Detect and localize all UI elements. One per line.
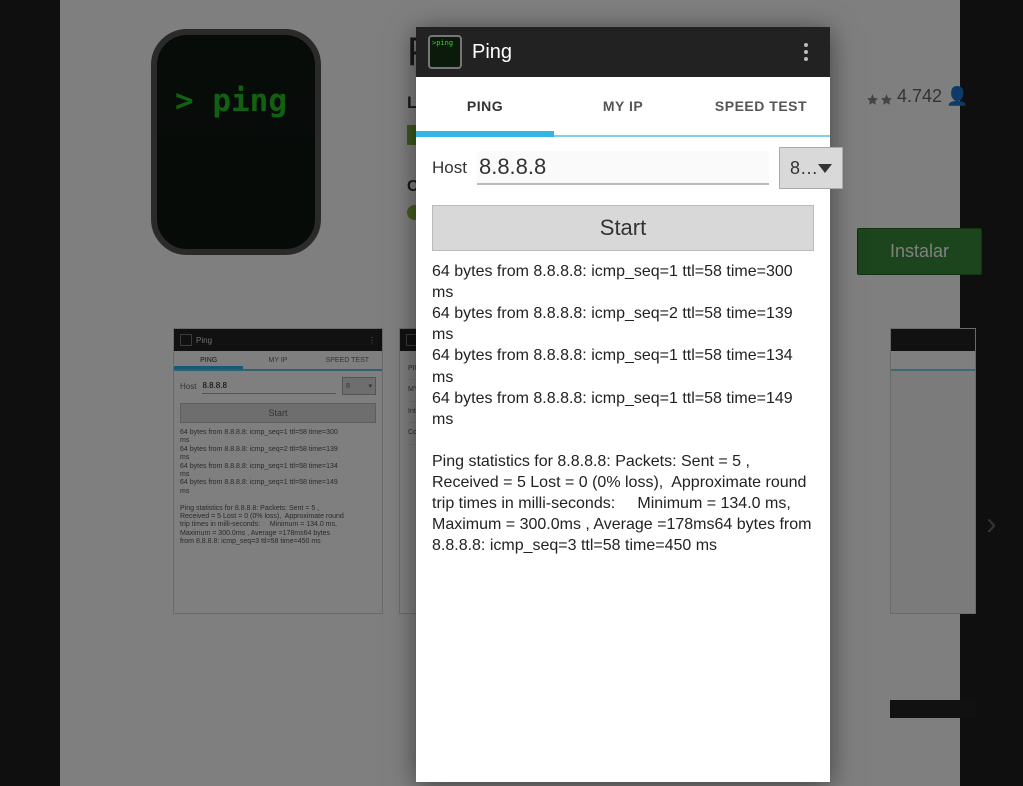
start-button[interactable]: Start [432, 205, 814, 251]
tab-ping[interactable]: PING [416, 77, 554, 135]
host-label: Host [432, 158, 467, 178]
host-row: Host 8… [416, 137, 830, 195]
titlebar: >ping Ping [416, 27, 830, 77]
dropdown-value: 8… [790, 158, 818, 179]
app-name: Ping [472, 41, 512, 64]
screenshot-modal: >ping Ping PING MY IP SPEED TEST Host 8…… [416, 27, 830, 782]
host-input[interactable] [477, 151, 769, 185]
app-icon-text: >ping [432, 39, 453, 47]
app-icon: >ping [428, 35, 462, 69]
count-dropdown[interactable]: 8… [779, 147, 843, 189]
tab-bar: PING MY IP SPEED TEST [416, 77, 830, 137]
overflow-menu-icon[interactable] [794, 37, 818, 67]
tab-myip[interactable]: MY IP [554, 77, 692, 135]
ping-output: 64 bytes from 8.8.8.8: icmp_seq=1 ttl=58… [416, 257, 830, 561]
chevron-down-icon [818, 164, 832, 173]
tab-speedtest[interactable]: SPEED TEST [692, 77, 830, 135]
